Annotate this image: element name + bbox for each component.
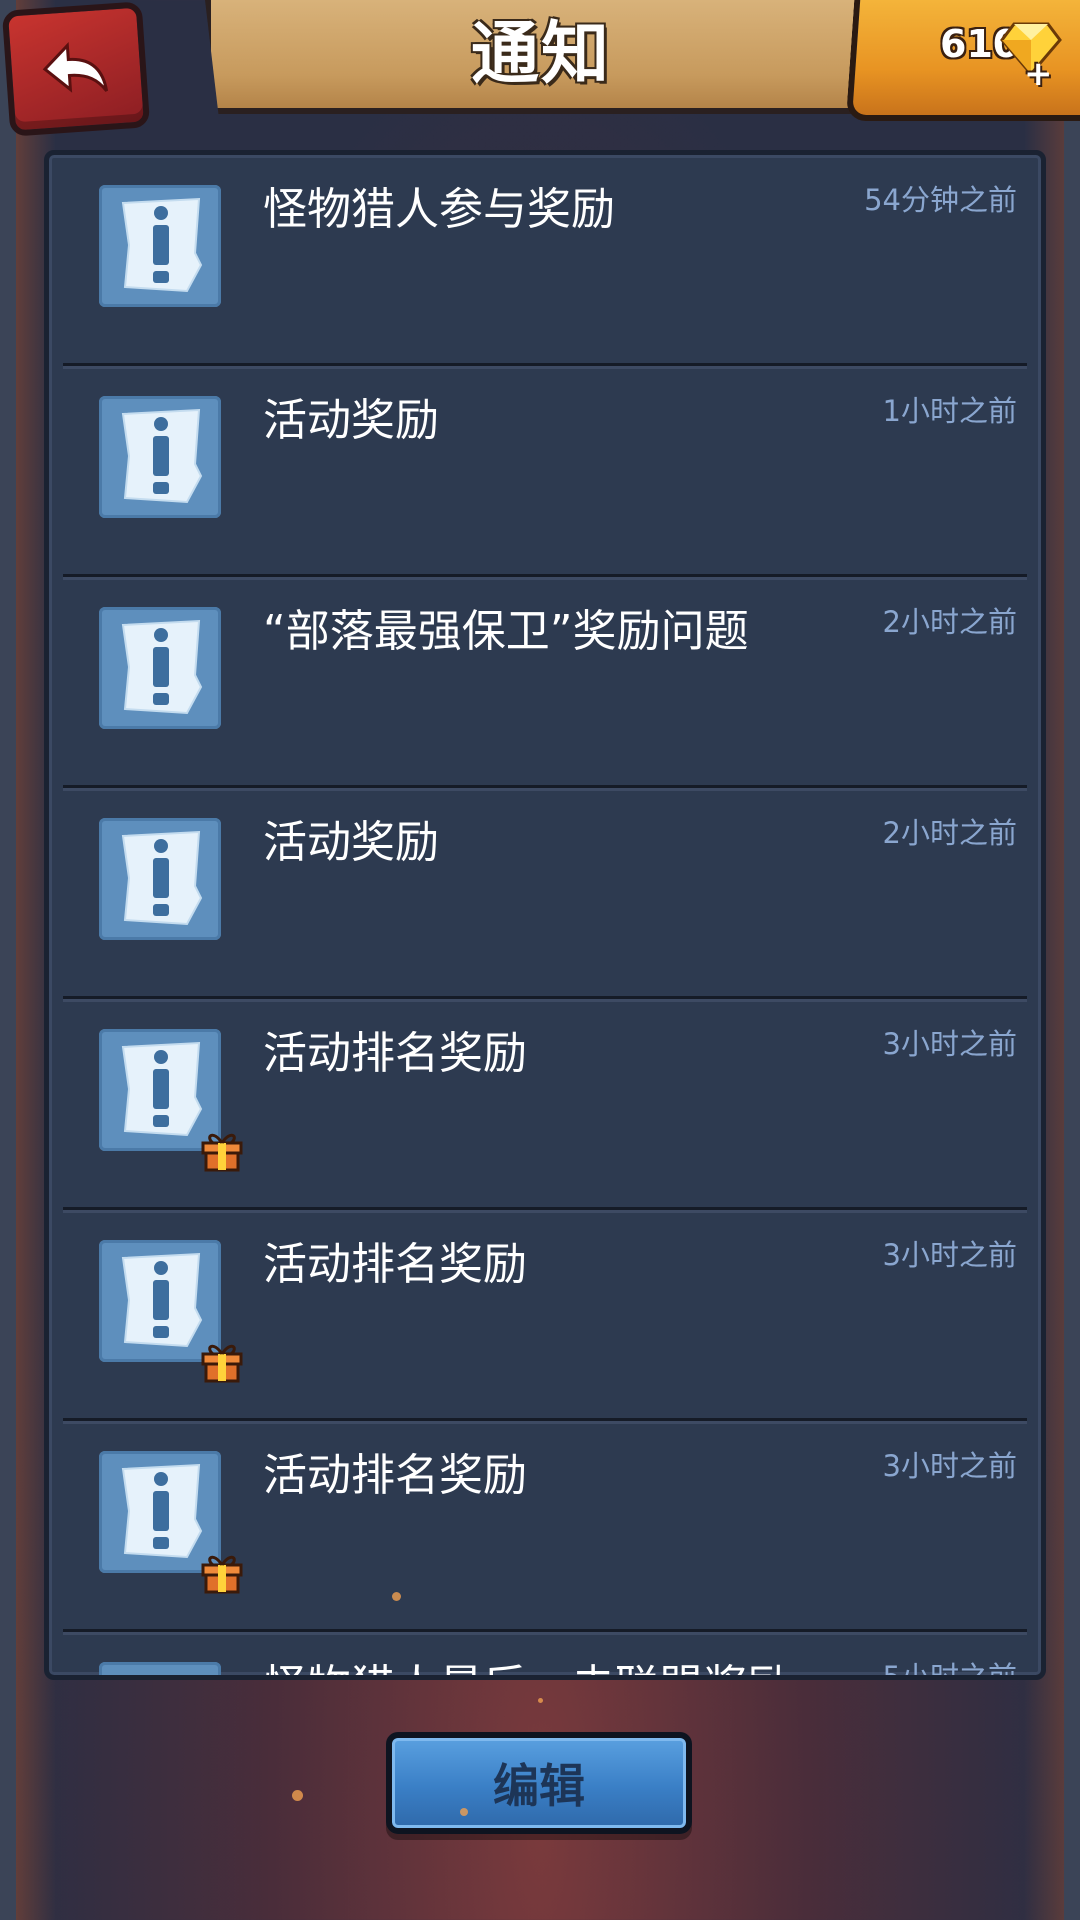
notification-row[interactable]: 怪物猎人参与奖励 54分钟之前 <box>63 155 1027 366</box>
ember <box>292 1790 303 1801</box>
notification-panel[interactable]: 怪物猎人参与奖励 54分钟之前活动奖励 1小时之前 “部落最强保卫”奖励问题 2小时之前… <box>44 150 1046 1680</box>
page-title: 通知 <box>470 14 611 94</box>
notice-icon <box>99 607 221 729</box>
add-gems-icon[interactable]: + <box>1024 54 1053 94</box>
notice-exclamation-icon <box>198 1674 201 1675</box>
notice-exclamation-icon <box>121 830 203 926</box>
notice-exclamation-icon <box>121 619 203 715</box>
notification-title: 活动排名奖励 <box>263 1028 527 1079</box>
notification-row[interactable]: 活动排名奖励 3小时之前 <box>63 1421 1027 1632</box>
edit-button[interactable]: 编辑 <box>386 1732 692 1834</box>
gift-icon <box>199 1338 245 1384</box>
notification-time: 3小时之前 <box>882 1449 1017 1483</box>
notice-exclamation-icon <box>121 408 203 504</box>
notification-row[interactable]: “部落最强保卫”奖励问题 2小时之前 <box>63 577 1027 788</box>
notice-exclamation-icon <box>121 1463 203 1559</box>
ember <box>460 1808 468 1816</box>
notification-title: 活动排名奖励 <box>263 1239 527 1290</box>
gift-icon <box>199 1549 245 1595</box>
notification-row[interactable]: 怪物猎人最后一击联盟奖励 5小时之前 <box>63 1632 1027 1680</box>
ember <box>538 1698 543 1703</box>
notification-time: 3小时之前 <box>882 1027 1017 1061</box>
edit-button-label: 编辑 <box>493 1759 585 1813</box>
title-banner: 通知 <box>205 0 877 114</box>
notice-icon <box>99 185 221 307</box>
notice-exclamation-icon <box>121 197 203 293</box>
back-arrow-icon <box>42 42 109 93</box>
notification-row[interactable]: 活动排名奖励 3小时之前 <box>63 999 1027 1210</box>
notification-time: 3小时之前 <box>882 1238 1017 1272</box>
notice-exclamation-icon <box>121 1041 203 1137</box>
notice-exclamation-icon <box>121 1252 203 1348</box>
notification-row[interactable]: 活动奖励 1小时之前 <box>63 366 1027 577</box>
notification-title: 活动排名奖励 <box>263 1450 527 1501</box>
notification-time: 2小时之前 <box>882 605 1017 639</box>
notification-time: 5小时之前 <box>882 1660 1017 1680</box>
notification-row[interactable]: 活动排名奖励 3小时之前 <box>63 1210 1027 1421</box>
notification-time: 2小时之前 <box>882 816 1017 850</box>
notification-time: 54分钟之前 <box>864 183 1017 217</box>
notification-title: 怪物猎人参与奖励 <box>263 184 615 235</box>
gift-icon <box>199 1127 245 1173</box>
back-button[interactable] <box>1 1 151 137</box>
notification-title: 活动奖励 <box>263 395 439 446</box>
notification-time: 1小时之前 <box>882 394 1017 428</box>
notice-icon <box>99 396 221 518</box>
ember <box>392 1592 401 1601</box>
notification-title: 怪物猎人最后一击联盟奖励 <box>263 1650 791 1675</box>
notification-title: “部落最强保卫”奖励问题 <box>263 606 749 657</box>
notification-list: 怪物猎人参与奖励 54分钟之前活动奖励 1小时之前 “部落最强保卫”奖励问题 2小时之前… <box>49 155 1041 1680</box>
notification-title: 活动奖励 <box>263 817 439 868</box>
notice-icon <box>99 1662 221 1675</box>
notice-icon <box>99 818 221 940</box>
notification-row[interactable]: 活动奖励 2小时之前 <box>63 788 1027 999</box>
